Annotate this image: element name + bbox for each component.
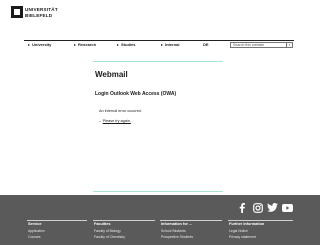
footer-link[interactable]: Legal Notice [229, 229, 248, 233]
arrow-right-icon [28, 43, 30, 46]
section-title: Login Outlook Web Access (OWA) [95, 91, 177, 97]
arrow-right-icon [74, 43, 76, 46]
footer-link[interactable]: Prospective Students [161, 235, 193, 239]
twitter-icon[interactable] [267, 202, 278, 213]
nav-item-label: University [32, 42, 52, 47]
search-input[interactable] [231, 43, 286, 47]
language-label: DE [203, 42, 209, 47]
arrow-right-icon [117, 43, 119, 46]
error-message: An internal error occured. [99, 109, 142, 113]
retry-item: – Please try again. [99, 119, 131, 123]
nav-item-research[interactable]: Research [74, 42, 96, 47]
nav-item-university[interactable]: University [28, 42, 51, 47]
university-logo[interactable]: UNIVERSITÄT BIELEFELD [11, 6, 61, 20]
page-title: Webmail [95, 70, 128, 79]
logo-mark-icon [11, 6, 23, 18]
search-button[interactable]: › [286, 43, 292, 47]
footer-link[interactable]: Privacy statement [229, 235, 256, 239]
header-divider [24, 40, 294, 41]
footer-heading-information-for: Information for ... [161, 222, 193, 226]
youtube-icon[interactable] [282, 202, 293, 213]
search-box: › [230, 42, 293, 48]
arrow-right-icon [161, 43, 163, 46]
content-bottom-divider [93, 191, 223, 192]
site-footer: Service Application Courses Faculties Fa… [0, 195, 320, 245]
footer-link[interactable]: School Students [161, 229, 186, 233]
footer-heading-faculties: Faculties [94, 222, 111, 226]
nav-item-label: Research [78, 42, 97, 47]
instagram-icon[interactable] [252, 202, 263, 213]
nav-item-studies[interactable]: Studies [117, 42, 135, 47]
logo-text-line2: BIELEFELD [25, 12, 53, 18]
language-switch-de[interactable]: DE [203, 42, 209, 47]
footer-heading-service: Service [28, 222, 42, 226]
footer-column-divider [27, 220, 87, 221]
footer-link[interactable]: Application [28, 229, 45, 233]
nav-item-label: Studies [121, 42, 136, 47]
facebook-icon[interactable] [236, 202, 247, 213]
footer-link[interactable]: Faculty of Chemistry [94, 235, 125, 239]
footer-heading-further-information: Further Information [229, 222, 265, 226]
footer-link[interactable]: Faculty of Biology [94, 229, 121, 233]
footer-column-divider [228, 220, 293, 221]
footer-link[interactable]: Courses [28, 235, 41, 239]
retry-link[interactable]: Please try again. [103, 119, 131, 123]
footer-column-divider [160, 220, 222, 221]
content-top-divider [93, 61, 223, 62]
logo-text-line1: UNIVERSITÄT [25, 7, 58, 12]
nav-item-internal[interactable]: Internal [161, 42, 179, 47]
footer-column-divider [93, 220, 155, 221]
nav-item-label: Internal [165, 42, 180, 47]
list-dash: – [99, 119, 102, 123]
